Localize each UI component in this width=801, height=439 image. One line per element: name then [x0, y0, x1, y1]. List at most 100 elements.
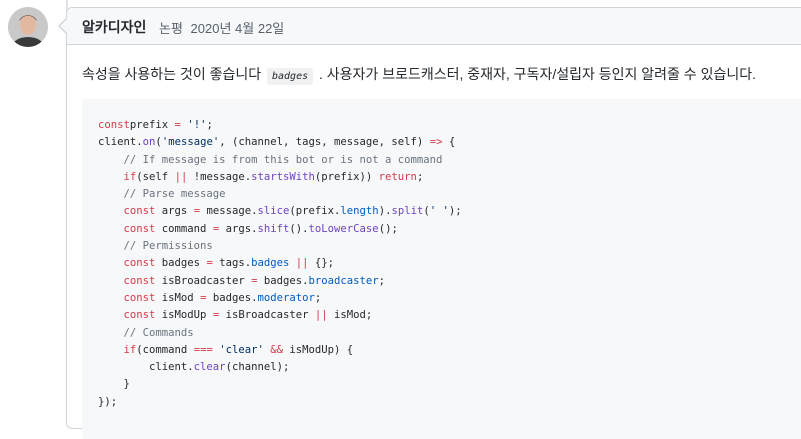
- comment-action: 논평: [159, 21, 183, 36]
- code-token: prefix: [129, 119, 175, 131]
- code-token: const: [98, 119, 130, 131]
- code-token: !message.: [187, 170, 252, 183]
- comment-header: 알카디자인 논평 2020년 4월 22일 …: [67, 8, 801, 45]
- code-line: constprefix = '!';: [98, 117, 462, 134]
- code-token: '!': [180, 119, 207, 131]
- avatar[interactable]: [8, 7, 48, 47]
- code-token: const: [123, 291, 156, 304]
- code-token: &&: [270, 343, 284, 356]
- code-token: });: [98, 395, 118, 408]
- code-token: args.: [219, 222, 258, 235]
- code-token: 'clear': [219, 343, 264, 356]
- code-line: const command = args.shift().toLowerCase…: [98, 221, 462, 238]
- code-token: (command: [136, 343, 194, 356]
- comment-date[interactable]: 2020년 4월 22일: [191, 21, 285, 36]
- inline-code: badges: [267, 68, 314, 85]
- code-token: badges: [251, 257, 290, 270]
- code-token: if: [123, 343, 137, 356]
- code-token: args: [155, 205, 194, 218]
- code-token: isMod;: [327, 309, 373, 322]
- code-token: ;: [416, 170, 424, 183]
- comment-pointer-fill: [60, 19, 67, 33]
- code-token: clear: [193, 361, 226, 374]
- code-line: // Commands: [98, 325, 462, 342]
- code-token: const: [123, 309, 156, 322]
- code-token: ().: [289, 222, 309, 235]
- code-line: const isModUp = isBroadcaster || isMod;: [98, 307, 462, 324]
- code-block: constprefix = '!'; client.on('message', (…: [82, 99, 801, 439]
- code-token: , (channel, tags, message, self): [219, 136, 430, 149]
- code-token: ||: [174, 170, 188, 183]
- code-token: // Permissions: [98, 240, 213, 253]
- code-token: }: [98, 378, 130, 391]
- code-token: isBroadcaster: [155, 274, 252, 287]
- code-token: 'message': [161, 136, 220, 149]
- code-token: shift: [257, 222, 290, 235]
- code-line: client.on('message', (channel, tags, mes…: [98, 134, 462, 151]
- code-token: broadcaster: [308, 274, 379, 287]
- code-token: (prefix.: [289, 205, 341, 218]
- code-line: if(command === 'clear' && isModUp) {: [98, 342, 462, 359]
- user-avatar: [8, 7, 48, 47]
- code-token: ===: [193, 343, 213, 356]
- code-token: ();: [378, 222, 398, 235]
- body-text-before: 속성을 사용하는 것이 좋습니다: [82, 66, 262, 82]
- body-text-after: . 사용자가 브로드캐스터, 중재자, 구독자/설립자 등인지 알려줄 수 있습…: [319, 66, 756, 82]
- code-line: const isMod = badges.moderator;: [98, 290, 462, 307]
- code-line: const badges = tags.badges || {};: [98, 255, 462, 272]
- code-token: ||: [295, 257, 309, 270]
- code-token: ;: [206, 119, 213, 131]
- comment-meta: 논평 2020년 4월 22일: [159, 18, 284, 37]
- code-line: const args = message.slice(prefix.length…: [98, 203, 462, 220]
- code-token: // Commands: [98, 326, 194, 339]
- code-token: split: [391, 205, 424, 218]
- code-token: (channel);: [225, 361, 290, 374]
- code-token: badges: [155, 257, 207, 270]
- code-token: {: [442, 136, 456, 149]
- comment-author-link[interactable]: 알카디자인: [82, 17, 146, 37]
- code-token: // Parse message: [98, 188, 226, 201]
- code-token: {};: [308, 257, 335, 270]
- code-token: client.: [98, 136, 143, 149]
- code-token: command: [155, 222, 213, 235]
- code-token: badges.: [206, 291, 258, 304]
- comment-body: 속성을 사용하는 것이 좋습니다 badges . 사용자가 브로드캐스터, 중…: [82, 64, 801, 87]
- code-line: if(self || !message.startsWith(prefix)) …: [98, 169, 462, 186]
- code-token: isMod: [155, 291, 201, 304]
- code-token: =>: [429, 136, 443, 149]
- code-line: // If message is from this bot or is not…: [98, 152, 462, 169]
- code-content: constprefix = '!'; client.on('message', (…: [98, 117, 462, 411]
- code-token: ' ': [429, 205, 449, 218]
- code-token: isBroadcaster: [219, 309, 315, 322]
- code-token: badges.: [257, 274, 309, 287]
- code-token: const: [123, 274, 156, 287]
- code-line: }: [98, 376, 462, 393]
- code-token: const: [123, 222, 156, 235]
- code-token: const: [123, 257, 156, 270]
- code-token: ;: [314, 291, 322, 304]
- code-token: (self: [136, 170, 175, 183]
- code-line: // Permissions: [98, 238, 462, 255]
- code-token: ;: [378, 274, 386, 287]
- code-token: startsWith: [251, 170, 315, 183]
- code-token: isModUp: [155, 309, 213, 322]
- code-token: length: [340, 205, 379, 218]
- code-token: ).: [378, 205, 392, 218]
- code-line: client.clear(channel);: [98, 359, 462, 376]
- code-token: tags.: [212, 257, 252, 270]
- code-token: message.: [200, 205, 258, 218]
- code-token: // If message is from this bot or is not…: [98, 153, 443, 166]
- code-token: return: [378, 170, 417, 183]
- code-token: toLowerCase: [308, 222, 379, 235]
- code-line: });: [98, 394, 462, 411]
- code-line: // Parse message: [98, 186, 462, 203]
- code-token: client.: [98, 361, 194, 374]
- code-token: on: [142, 136, 156, 149]
